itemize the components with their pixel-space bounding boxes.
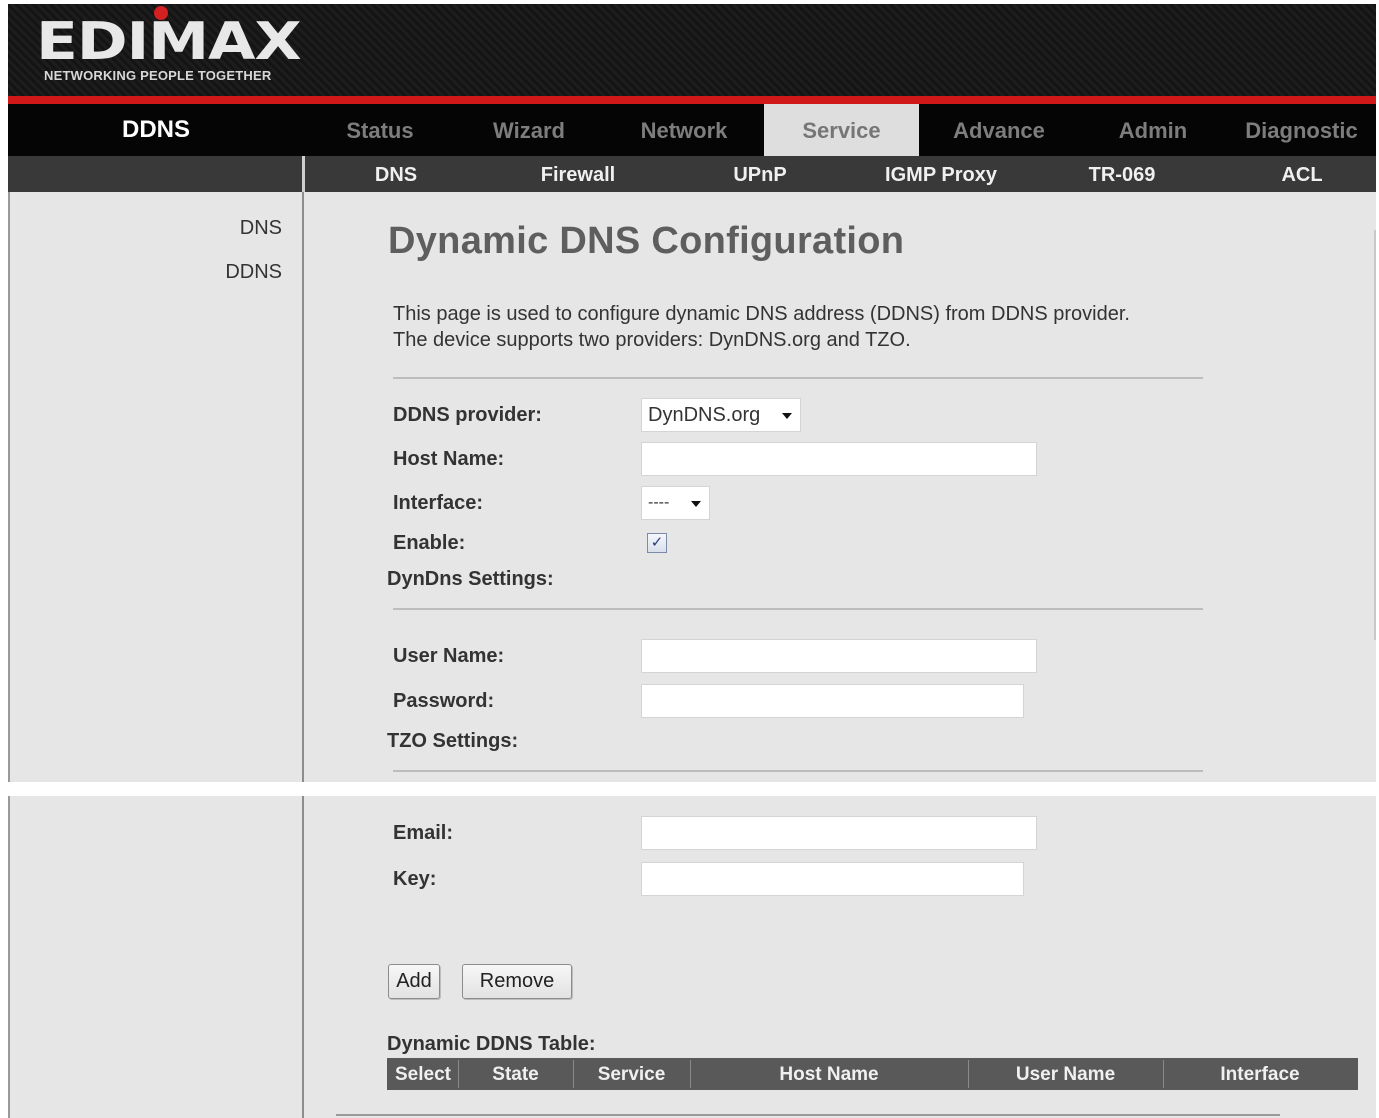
subtab-firewall[interactable]: Firewall xyxy=(508,156,648,192)
dyndns-settings-heading: DynDns Settings: xyxy=(387,568,554,590)
ddns-provider-label: DDNS provider: xyxy=(393,404,542,426)
tab-advance[interactable]: Advance xyxy=(919,104,1079,156)
subtab-upnp[interactable]: UPnP xyxy=(700,156,820,192)
section-title: DDNS xyxy=(121,116,190,143)
interface-label: Interface: xyxy=(393,492,484,514)
table-bottom-border xyxy=(336,1114,1280,1116)
tab-wizard[interactable]: Wizard xyxy=(454,104,604,156)
tab-network[interactable]: Network xyxy=(604,104,764,156)
password-label: Password: xyxy=(393,690,495,712)
panel-left-border xyxy=(8,192,10,782)
sidebar-divider xyxy=(302,156,304,782)
password-input[interactable] xyxy=(641,684,1024,718)
sub-nav-divider xyxy=(302,156,305,192)
user-name-label: User Name: xyxy=(393,645,505,667)
host-name-input[interactable] xyxy=(641,442,1037,476)
chevron-down-icon xyxy=(782,413,792,419)
enable-checkbox[interactable]: ✓ xyxy=(647,533,667,553)
column-header-select: Select xyxy=(395,1064,451,1085)
page-title: Dynamic DNS Configuration xyxy=(388,220,905,262)
sidebar-item-dns[interactable]: DNS xyxy=(82,217,282,240)
key-label: Key: xyxy=(393,868,437,890)
column-header-interface: Interface xyxy=(1220,1064,1300,1085)
tab-service[interactable]: Service xyxy=(764,104,919,156)
enable-label: Enable: xyxy=(393,532,466,554)
subtab-acl[interactable]: ACL xyxy=(1262,156,1342,192)
column-header-service: Service xyxy=(597,1064,666,1085)
tab-admin[interactable]: Admin xyxy=(1079,104,1227,156)
email-input[interactable] xyxy=(641,816,1037,850)
page-description-line-2: The device supports two providers: DynDN… xyxy=(393,329,911,351)
page-description-line-1: This page is used to configure dynamic D… xyxy=(393,303,1130,325)
logo-tagline: NETWORKING PEOPLE TOGETHER xyxy=(44,68,272,83)
accent-bar xyxy=(8,96,1376,104)
edimax-logo: EDIMAX xyxy=(36,12,302,72)
subtab-tr069[interactable]: TR-069 xyxy=(1062,156,1182,192)
subtab-dns[interactable]: DNS xyxy=(336,156,456,192)
column-header-host-name: Host Name xyxy=(779,1064,879,1085)
column-header-user-name: User Name xyxy=(1015,1064,1116,1085)
divider xyxy=(393,608,1203,610)
sidebar-divider xyxy=(302,796,304,1118)
add-button[interactable]: Add xyxy=(388,964,440,999)
interface-value: ---- xyxy=(648,494,670,511)
ddns-provider-select[interactable]: DynDNS.org xyxy=(641,398,801,432)
chevron-down-icon xyxy=(691,501,701,507)
panel-left-border xyxy=(8,796,10,1118)
sidebar-item-ddns[interactable]: DDNS xyxy=(82,261,282,284)
column-header-state: State xyxy=(492,1064,539,1085)
scroll-edge xyxy=(1374,230,1376,640)
remove-button[interactable]: Remove xyxy=(462,964,572,999)
ddns-table-title: Dynamic DDNS Table: xyxy=(387,1033,596,1055)
divider xyxy=(393,770,1203,772)
interface-select[interactable]: ---- xyxy=(641,486,710,520)
host-name-label: Host Name: xyxy=(393,448,505,470)
ddns-provider-value: DynDNS.org xyxy=(648,404,761,426)
email-label: Email: xyxy=(393,822,454,844)
logo-dot-icon xyxy=(154,6,168,20)
tzo-settings-heading: TZO Settings: xyxy=(387,730,519,752)
tab-status[interactable]: Status xyxy=(306,104,454,156)
subtab-igmp-proxy[interactable]: IGMP Proxy xyxy=(860,156,1022,192)
key-input[interactable] xyxy=(641,862,1024,896)
divider xyxy=(393,377,1203,379)
user-name-input[interactable] xyxy=(641,639,1037,673)
tab-diagnostic[interactable]: Diagnostic xyxy=(1227,104,1376,156)
